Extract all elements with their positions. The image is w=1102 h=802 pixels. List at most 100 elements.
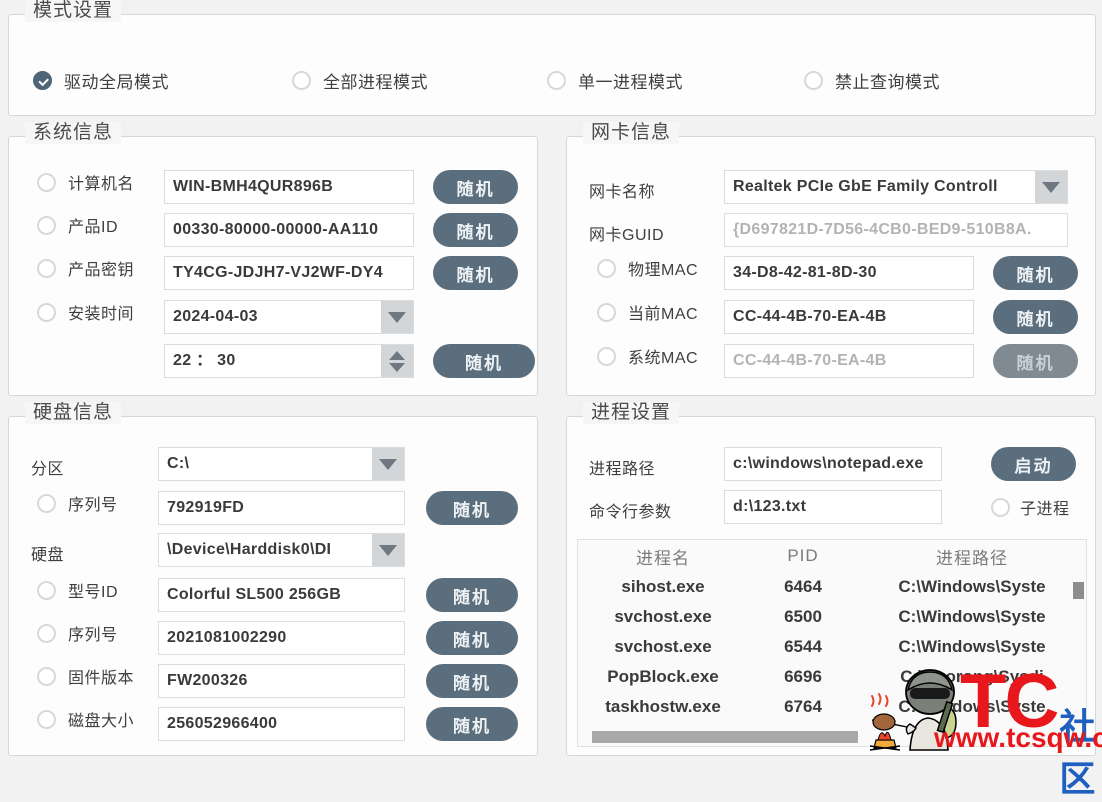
radio-disk-size[interactable] — [37, 709, 56, 729]
radio-disk-serial[interactable] — [37, 623, 56, 643]
firmware-input[interactable]: FW200326 — [158, 664, 405, 698]
firmware-random-button[interactable]: 随机 — [426, 664, 518, 698]
computer-name-random-button[interactable]: 随机 — [433, 170, 518, 204]
field-label: 序列号 — [68, 497, 118, 514]
spinner-up-icon[interactable] — [389, 350, 405, 360]
chevron-down-icon[interactable] — [372, 534, 404, 566]
field-label: 型号ID — [68, 584, 119, 601]
physical-mac-input[interactable]: 34-D8-42-81-8D-30 — [724, 256, 974, 290]
radio-physical-mac[interactable] — [597, 258, 616, 278]
radio-product-key[interactable] — [37, 258, 56, 278]
cmdline-args-label: 命令行参数 — [589, 504, 672, 521]
nic-info-panel: 网卡信息 网卡名称 Realtek PCIe GbE Family Contro… — [566, 122, 1096, 396]
field-install-time: 安装时间 — [37, 300, 154, 324]
spinner-down-icon[interactable] — [389, 362, 405, 372]
field-label: 产品ID — [68, 219, 119, 236]
install-time-random-button[interactable]: 随机 — [433, 344, 535, 378]
volume-serial-input[interactable]: 792919FD — [158, 491, 405, 525]
radio-install-time[interactable] — [37, 302, 56, 322]
disk-serial-input[interactable]: 2021081002290 — [158, 621, 405, 655]
horizontal-scrollbar-track[interactable] — [578, 730, 1086, 746]
physical-mac-random-button[interactable]: 随机 — [993, 256, 1078, 290]
table-row[interactable]: taskhostw.exe 6764 C:\Windows\Syste — [578, 692, 1086, 722]
process-settings-panel: 进程设置 进程路径 c:\windows\notepad.exe 启动 命令行参… — [566, 402, 1096, 756]
radio-child-process[interactable] — [991, 497, 1010, 517]
system-mac-input[interactable]: CC-44-4B-70-EA-4B — [724, 344, 974, 378]
mode-option-label: 禁止查询模式 — [835, 73, 940, 92]
table-row[interactable]: svchost.exe 6500 C:\Windows\Syste — [578, 602, 1086, 632]
field-label: 子进程 — [1020, 501, 1070, 518]
chevron-down-icon[interactable] — [372, 448, 404, 480]
disk-size-random-button[interactable]: 随机 — [426, 707, 518, 741]
spinner-arrows-icon[interactable] — [381, 345, 413, 377]
field-product-key: 产品密钥 — [37, 256, 154, 280]
cell-process-path: C:\Windows\Syste — [898, 577, 1046, 596]
table-row[interactable]: svchost.exe 6544 C:\Windows\Syste — [578, 632, 1086, 662]
radio-volume-serial[interactable] — [37, 493, 56, 513]
model-id-input[interactable]: Colorful SL500 256GB — [158, 578, 405, 612]
system-mac-random-button[interactable]: 随机 — [993, 344, 1078, 378]
radio-model-id[interactable] — [37, 580, 56, 600]
field-child-process[interactable]: 子进程 — [991, 490, 1070, 524]
field-current-mac: 当前MAC — [597, 300, 698, 324]
cmdline-args-input[interactable]: d:\123.txt — [724, 490, 942, 524]
field-label: 产品密钥 — [68, 262, 135, 279]
radio-single-process[interactable] — [547, 71, 566, 90]
radio-all-process[interactable] — [292, 71, 311, 90]
partition-combo[interactable]: C:\ — [158, 447, 405, 481]
mode-option-single-process[interactable]: 单一进程模式 — [547, 68, 683, 93]
mode-option-all-process[interactable]: 全部进程模式 — [292, 68, 428, 93]
install-date-combo[interactable]: 2024-04-03 — [164, 300, 414, 334]
table-row[interactable]: PopBlock.exe 6696 C:\Huorong\Sysdi — [578, 662, 1086, 692]
process-list-header: 进程名 PID 进程路径 — [578, 540, 1086, 572]
radio-block-query[interactable] — [804, 71, 823, 90]
product-id-input[interactable]: 00330-80000-00000-AA110 — [164, 213, 414, 247]
chevron-down-icon[interactable] — [1035, 171, 1067, 203]
radio-firmware[interactable] — [37, 666, 56, 686]
field-volume-serial: 序列号 — [37, 491, 118, 515]
process-settings-legend: 进程设置 — [583, 402, 680, 424]
system-info-panel: 系统信息 计算机名 WIN-BMH4QUR896B 随机 产品ID 00330-… — [8, 122, 538, 396]
radio-computer-name[interactable] — [37, 172, 56, 192]
current-mac-input[interactable]: CC-44-4B-70-EA-4B — [724, 300, 974, 334]
disk-size-input[interactable]: 256052966400 — [158, 707, 405, 741]
mode-option-driver-global[interactable]: 驱动全局模式 — [33, 68, 169, 93]
install-date-value: 2024-04-03 — [173, 308, 258, 325]
field-label: 磁盘大小 — [68, 713, 135, 730]
mode-settings-panel: 模式设置 驱动全局模式 全部进程模式 单一进程模式 禁止查询模式 — [8, 0, 1096, 116]
chevron-down-icon[interactable] — [381, 301, 413, 333]
horizontal-scrollbar-thumb[interactable] — [592, 731, 858, 743]
radio-system-mac[interactable] — [597, 346, 616, 366]
computer-name-input[interactable]: WIN-BMH4QUR896B — [164, 170, 414, 204]
harddisk-value: \Device\Harddisk0\DI — [167, 541, 332, 558]
table-row[interactable]: sihost.exe 6464 C:\Windows\Syste — [578, 572, 1086, 602]
field-system-mac: 系统MAC — [597, 344, 698, 368]
field-label: 物理MAC — [628, 262, 699, 279]
mode-option-block-query[interactable]: 禁止查询模式 — [804, 68, 940, 93]
install-time-spinner[interactable]: 22 ： 30 — [164, 344, 414, 378]
system-info-legend: 系统信息 — [25, 122, 122, 144]
mode-option-label: 单一进程模式 — [578, 73, 683, 92]
disk-serial-random-button[interactable]: 随机 — [426, 621, 518, 655]
cell-process-name: sihost.exe — [621, 577, 705, 596]
harddisk-combo[interactable]: \Device\Harddisk0\DI — [158, 533, 405, 567]
product-key-input[interactable]: TY4CG-JDJH7-VJ2WF-DY4 — [164, 256, 414, 290]
nic-guid-label: 网卡GUID — [589, 227, 665, 244]
model-id-random-button[interactable]: 随机 — [426, 578, 518, 612]
process-list[interactable]: 进程名 PID 进程路径 sihost.exe 6464 C:\Windows\… — [577, 539, 1087, 747]
start-process-button[interactable]: 启动 — [991, 447, 1076, 481]
radio-product-id[interactable] — [37, 215, 56, 235]
nic-guid-input[interactable]: {D697821D-7D56-4CB0-BED9-510B8A. — [724, 213, 1068, 247]
nic-name-combo[interactable]: Realtek PCIe GbE Family Controll — [724, 170, 1068, 204]
process-path-input[interactable]: c:\windows\notepad.exe — [724, 447, 942, 481]
radio-driver-global[interactable] — [33, 71, 52, 90]
radio-current-mac[interactable] — [597, 302, 616, 322]
field-physical-mac: 物理MAC — [597, 256, 698, 280]
product-id-random-button[interactable]: 随机 — [433, 213, 518, 247]
cell-process-pid: 6500 — [784, 607, 822, 626]
current-mac-random-button[interactable]: 随机 — [993, 300, 1078, 334]
product-key-random-button[interactable]: 随机 — [433, 256, 518, 290]
vertical-scrollbar-thumb[interactable] — [1073, 582, 1084, 599]
field-model-id: 型号ID — [37, 578, 118, 602]
volume-serial-random-button[interactable]: 随机 — [426, 491, 518, 525]
